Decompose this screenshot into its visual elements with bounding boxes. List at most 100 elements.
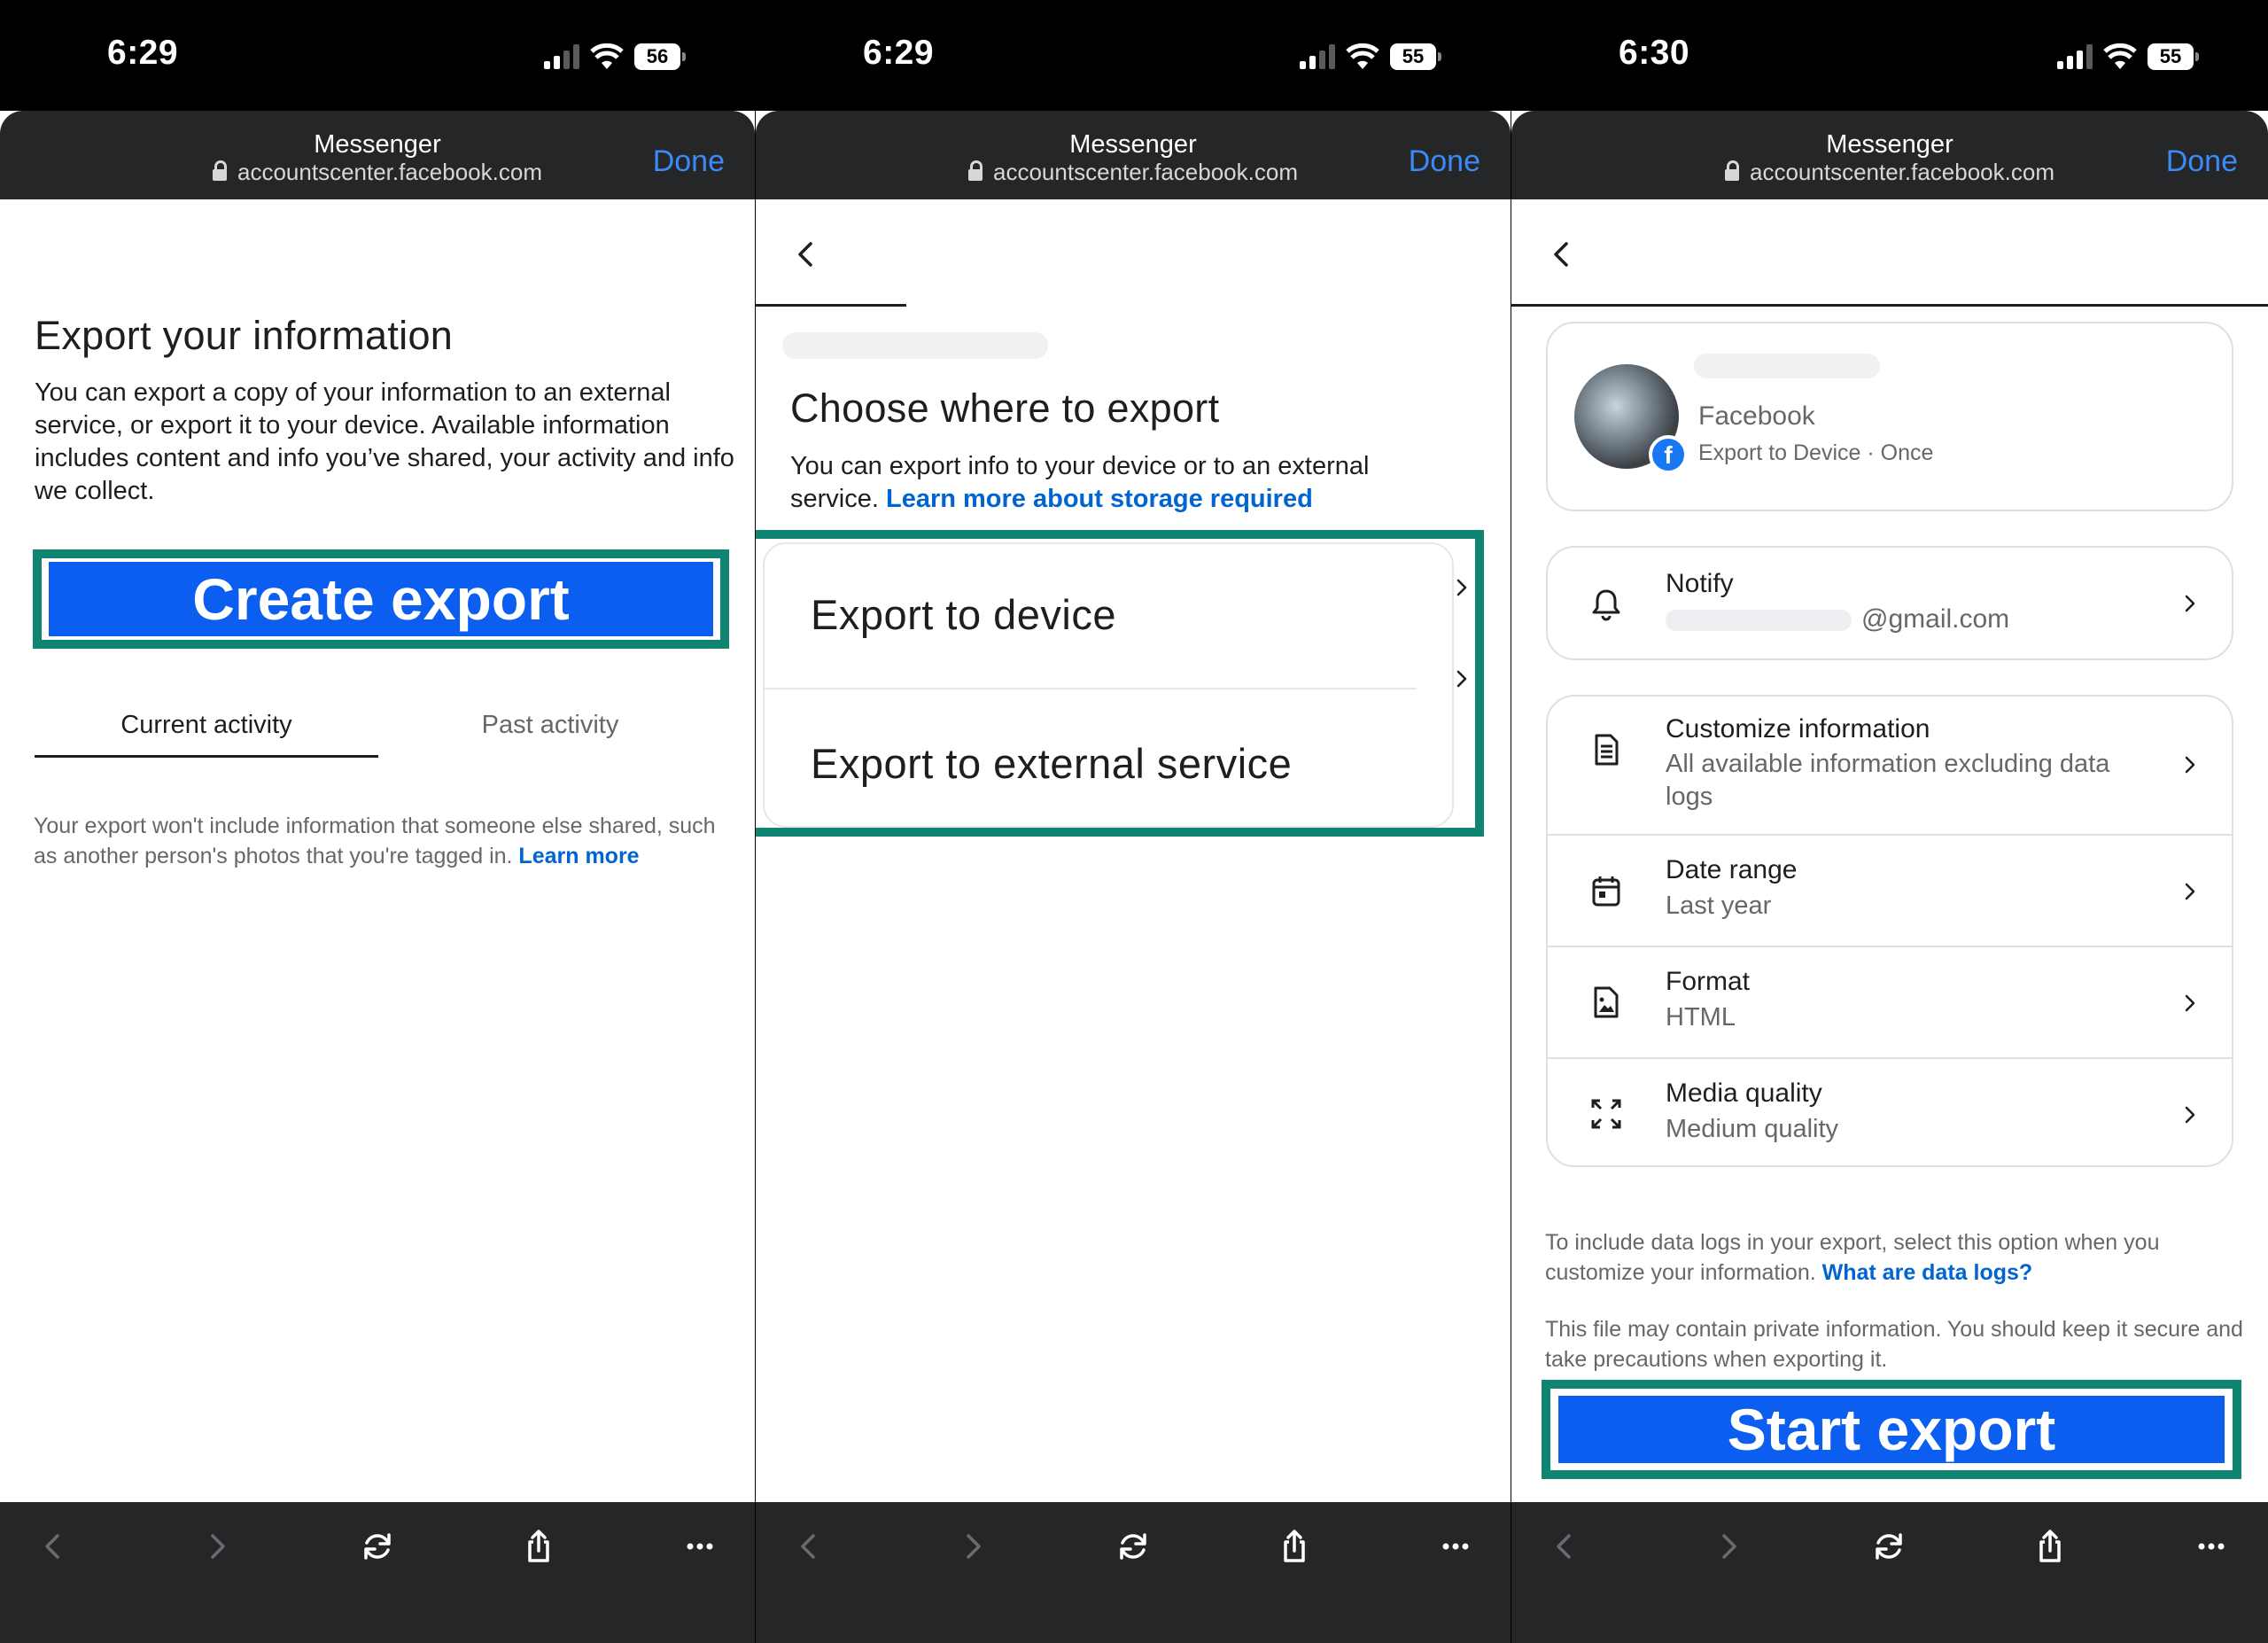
export-to-external-service-option[interactable]: Export to external service [765, 689, 1452, 829]
forward-icon[interactable] [1701, 1520, 1754, 1573]
back-arrow-icon[interactable] [1543, 237, 1579, 272]
browser-toolbar [0, 1502, 755, 1643]
storage-learn-more-link[interactable]: Learn more about storage required [886, 485, 1313, 513]
status-time: 6:30 [1619, 34, 1690, 72]
back-icon[interactable] [27, 1520, 81, 1573]
start-export-button[interactable]: Start export [1558, 1396, 2225, 1463]
browser-header: Messenger accountscenter.facebook.com Do… [1511, 111, 2268, 199]
private-info-note: This file may contain private informatio… [1545, 1317, 2243, 1372]
reload-icon[interactable] [351, 1520, 404, 1573]
customize-information-row[interactable]: Customize information All available info… [1548, 697, 2232, 834]
url-field[interactable]: accountscenter.facebook.com [0, 159, 755, 186]
start-export-highlight: Start export [1542, 1380, 2241, 1479]
status-bar: 6:29 56 [0, 0, 755, 111]
chevron-right-icon [2185, 883, 2195, 900]
export-options-card: Export to device Export to external serv… [763, 542, 1454, 828]
browser-title: Messenger [314, 130, 441, 159]
share-icon[interactable] [1268, 1520, 1321, 1573]
active-tab-indicator [35, 755, 378, 758]
tab-past-activity[interactable]: Past activity [378, 711, 722, 740]
export-to-external-service-label: Export to external service [811, 740, 1293, 787]
more-icon[interactable] [673, 1520, 726, 1573]
chevron-right-icon [2185, 1106, 2195, 1124]
screen-export-settings: 6:30 55 Messenger accountscenter.faceboo… [1511, 0, 2268, 1643]
cellular-signal-icon [1300, 44, 1335, 69]
reload-icon[interactable] [1107, 1520, 1160, 1573]
battery-icon: 55 [1390, 43, 1441, 70]
header-divider [756, 304, 906, 307]
url-host: accountscenter.facebook.com [993, 159, 1298, 185]
header-divider [1511, 304, 2268, 307]
url-field[interactable]: accountscenter.facebook.com [756, 159, 1511, 186]
setting-title: Format [1666, 967, 1751, 996]
battery-level: 55 [2148, 43, 2194, 70]
wifi-icon [590, 43, 624, 69]
done-button[interactable]: Done [2166, 144, 2238, 179]
export-note: Your export won't include information th… [34, 811, 734, 871]
bell-icon [1592, 589, 1620, 621]
account-platform: Facebook [1698, 401, 1815, 431]
date-range-row[interactable]: Date range Last year [1548, 836, 2232, 946]
done-button[interactable]: Done [653, 144, 725, 179]
tab-current-activity[interactable]: Current activity [35, 711, 378, 740]
share-icon[interactable] [512, 1520, 565, 1573]
setting-title: Customize information [1666, 714, 1930, 744]
more-icon[interactable] [2185, 1520, 2238, 1573]
browser-toolbar [1511, 1502, 2268, 1643]
page-title: Choose where to export [790, 385, 1220, 431]
notify-title: Notify [1666, 569, 1734, 598]
url-host: accountscenter.facebook.com [1750, 159, 2054, 185]
status-bar: 6:29 55 [756, 0, 1511, 111]
notify-row[interactable]: Notify @gmail.com [1546, 546, 2233, 660]
create-export-highlight: Create export [33, 549, 729, 649]
share-icon[interactable] [2023, 1520, 2077, 1573]
notify-email: @gmail.com [1861, 604, 2010, 634]
chevron-right-icon [1456, 670, 1467, 688]
cellular-signal-icon [2057, 44, 2093, 69]
browser-header: Messenger accountscenter.facebook.com Do… [0, 111, 755, 199]
export-to-device-option[interactable]: Export to device [765, 544, 1452, 689]
setting-value: Last year [1666, 892, 1772, 920]
battery-icon: 55 [2148, 43, 2199, 70]
wifi-icon [2103, 43, 2137, 69]
media-quality-row[interactable]: Media quality Medium quality [1548, 1059, 2232, 1167]
done-button[interactable]: Done [1409, 144, 1480, 179]
browser-title: Messenger [1826, 130, 1953, 159]
more-icon[interactable] [1429, 1520, 1482, 1573]
back-icon[interactable] [1539, 1520, 1592, 1573]
browser-toolbar [756, 1502, 1511, 1643]
data-logs-link[interactable]: What are data logs? [1822, 1260, 2033, 1285]
account-card: f Facebook Export to Device · Once [1546, 322, 2233, 511]
reload-icon[interactable] [1862, 1520, 1915, 1573]
lock-icon [1725, 160, 1739, 181]
blurred-email [1666, 610, 1852, 631]
learn-more-link[interactable]: Learn more [518, 844, 639, 868]
battery-icon: 56 [634, 43, 686, 70]
url-host: accountscenter.facebook.com [237, 159, 542, 185]
status-time: 6:29 [107, 34, 179, 72]
expand-icon [1591, 1099, 1621, 1129]
format-row[interactable]: Format HTML [1548, 947, 2232, 1057]
back-arrow-icon[interactable] [788, 237, 823, 272]
wifi-icon [1346, 43, 1379, 69]
cellular-signal-icon [544, 44, 579, 69]
forward-icon[interactable] [945, 1520, 998, 1573]
facebook-logo-icon: f [1649, 435, 1688, 474]
back-icon[interactable] [783, 1520, 836, 1573]
setting-value: HTML [1666, 1003, 1736, 1032]
export-options-highlight: Export to device Export to external serv… [756, 530, 1484, 837]
create-export-button[interactable]: Create export [49, 562, 713, 636]
chevron-right-icon [2185, 994, 2195, 1012]
battery-level: 55 [1390, 43, 1436, 70]
page-description: You can export info to your device or to… [790, 450, 1464, 516]
forward-icon[interactable] [190, 1520, 243, 1573]
calendar-icon [1592, 876, 1620, 907]
image-file-icon [1594, 986, 1619, 1018]
lock-icon [213, 160, 227, 181]
screen-choose-export-destination: 6:29 55 Messenger accountscenter.faceboo… [756, 0, 1511, 1643]
blurred-account-name [782, 332, 1048, 359]
setting-value: Medium quality [1666, 1115, 1839, 1143]
url-field[interactable]: accountscenter.facebook.com [1511, 159, 2268, 186]
page-title: Export your information [35, 313, 454, 358]
chevron-right-icon [2185, 595, 2195, 612]
